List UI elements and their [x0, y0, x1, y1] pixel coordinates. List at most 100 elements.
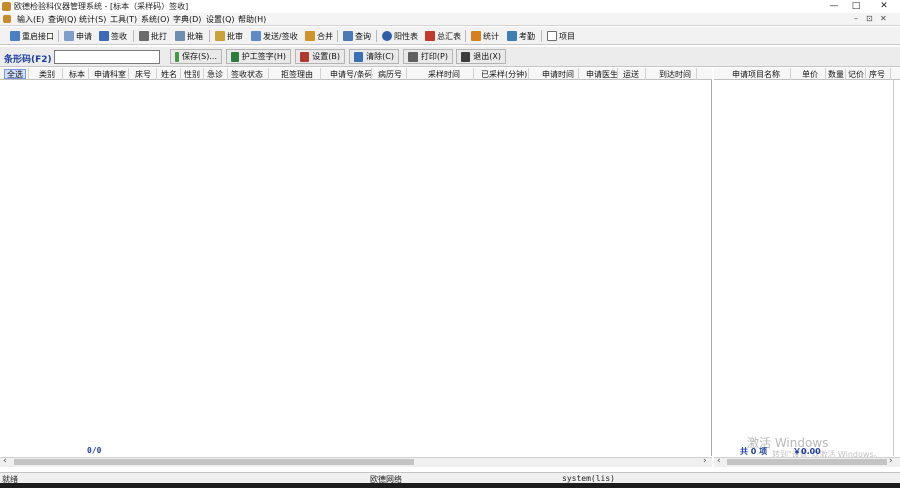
- summary-table-label: 总汇表: [437, 31, 461, 41]
- menu-query[interactable]: 查询(Q): [48, 14, 77, 25]
- close-button[interactable]: ✕: [874, 0, 894, 13]
- apply-icon: [64, 31, 74, 41]
- settings-label: 设置(B): [312, 52, 340, 61]
- batch-approve-button[interactable]: 批审: [215, 29, 243, 43]
- project-button[interactable]: 项目: [547, 29, 575, 43]
- nurse-sign-button[interactable]: 护工签字(H): [226, 49, 291, 64]
- clear-icon: [354, 51, 364, 62]
- col-emergency[interactable]: 急诊: [207, 69, 223, 80]
- send-icon: [251, 31, 261, 41]
- settings-icon: [300, 51, 310, 62]
- column-divider: [28, 68, 29, 80]
- column-divider: [890, 68, 891, 80]
- scroll-right-arrow-icon[interactable]: ›: [703, 456, 707, 466]
- send-signin-button[interactable]: 发送/签收: [251, 29, 298, 43]
- request-items-table[interactable]: 申请项目名称 单价 数量 记价 序号: [714, 68, 900, 456]
- restart-interface-label: 重启接口: [22, 31, 54, 41]
- col-sample-time[interactable]: 采样时间: [428, 69, 460, 80]
- menu-system[interactable]: 系统(O): [141, 14, 170, 25]
- col-request-barcode[interactable]: 申请号/条码: [330, 69, 373, 80]
- col-sampled-minutes[interactable]: 已采样(分钟): [481, 69, 527, 80]
- menu-dictionary[interactable]: 字典(D): [173, 14, 201, 25]
- col-specimen[interactable]: 标本: [69, 69, 85, 80]
- batch-box-button[interactable]: 批箱: [175, 29, 203, 43]
- col-quantity[interactable]: 数量: [828, 69, 844, 80]
- save-label: 保存(S)...: [182, 52, 217, 61]
- column-divider: [790, 68, 791, 80]
- column-divider: [696, 68, 697, 80]
- apply-label: 申请: [76, 31, 92, 41]
- scroll-left-arrow-icon[interactable]: ‹: [3, 456, 7, 466]
- clear-label: 清除(C): [366, 52, 394, 61]
- project-label: 项目: [559, 31, 575, 41]
- menu-input[interactable]: 输入(E): [17, 14, 44, 25]
- column-divider: [645, 68, 646, 80]
- col-request-doctor[interactable]: 申请医生: [586, 69, 618, 80]
- mdi-minimize-button[interactable]: –: [854, 14, 858, 23]
- col-reject-reason[interactable]: 拒签理由: [281, 69, 313, 80]
- col-arrival-time[interactable]: 到达时间: [659, 69, 691, 80]
- column-divider: [180, 68, 181, 80]
- summary-icon: [425, 31, 435, 41]
- col-charge[interactable]: 记价: [848, 69, 864, 80]
- search-icon: [343, 31, 353, 41]
- request-table[interactable]: 全选 类别 标本 申请科室 床号 姓名 性别 急诊 签收状态 拒签理由 申请号/…: [0, 68, 712, 456]
- positive-table-button[interactable]: 阳性表: [382, 29, 418, 43]
- col-record-no[interactable]: 病历号: [378, 69, 402, 80]
- attendance-icon: [507, 31, 517, 41]
- minimize-button[interactable]: —: [824, 0, 844, 13]
- batch-print-label: 批打: [151, 31, 167, 41]
- col-sign-status[interactable]: 签收状态: [231, 69, 263, 80]
- right-panel-divider: [893, 80, 894, 456]
- mdi-close-button[interactable]: ✕: [880, 14, 887, 23]
- restart-interface-button[interactable]: 重启接口: [10, 29, 54, 43]
- signin-button[interactable]: 签收: [99, 29, 127, 43]
- right-scroll-right-arrow-icon[interactable]: ›: [889, 456, 893, 466]
- col-name[interactable]: 姓名: [161, 69, 177, 80]
- toolbar-separator: [209, 30, 210, 42]
- merge-button[interactable]: 合并: [305, 29, 333, 43]
- batch-approve-label: 批审: [227, 31, 243, 41]
- menu-help[interactable]: 帮助(H): [238, 14, 266, 25]
- settings-button[interactable]: 设置(B): [295, 49, 345, 64]
- col-transport[interactable]: 运送: [623, 69, 639, 80]
- summary-table-button[interactable]: 总汇表: [425, 29, 461, 43]
- exit-button[interactable]: 退出(X): [456, 49, 506, 64]
- batch-print-button[interactable]: 批打: [139, 29, 167, 43]
- apply-button[interactable]: 申请: [64, 29, 92, 43]
- col-bed[interactable]: 床号: [135, 69, 151, 80]
- col-item-name[interactable]: 申请项目名称: [732, 69, 780, 80]
- query-label: 查询: [355, 31, 371, 41]
- toolbar: 重启接口 申请 签收 批打 批箱 批审 发送/签收 合并 查询 阳性表 总汇表 …: [0, 27, 900, 45]
- col-request-time[interactable]: 申请时间: [542, 69, 574, 80]
- col-category[interactable]: 类别: [39, 69, 55, 80]
- menu-tools[interactable]: 工具(T): [110, 14, 137, 25]
- clear-button[interactable]: 清除(C): [349, 49, 399, 64]
- signin-icon: [99, 31, 109, 41]
- maximize-button[interactable]: □: [846, 0, 866, 13]
- statistics-label: 统计: [483, 31, 499, 41]
- col-sex[interactable]: 性别: [184, 69, 200, 80]
- attendance-button[interactable]: 考勤: [507, 29, 535, 43]
- save-button[interactable]: 保存(S)...: [170, 49, 222, 64]
- attendance-label: 考勤: [519, 31, 535, 41]
- mdi-restore-button[interactable]: ⊡: [866, 14, 873, 23]
- menu-statistics[interactable]: 统计(S): [79, 14, 106, 25]
- statistics-button[interactable]: 统计: [471, 29, 499, 43]
- save-icon: [175, 51, 180, 62]
- col-seq[interactable]: 序号: [869, 69, 885, 80]
- column-divider: [406, 68, 407, 80]
- menu-settings[interactable]: 设置(Q): [206, 14, 235, 25]
- toolbar-separator: [465, 30, 466, 42]
- stats-icon: [471, 31, 481, 41]
- right-scroll-left-arrow-icon[interactable]: ‹: [717, 456, 721, 466]
- column-divider: [88, 68, 89, 80]
- col-unit-price[interactable]: 单价: [802, 69, 818, 80]
- print-button[interactable]: 打印(P): [403, 49, 453, 64]
- col-department[interactable]: 申请科室: [94, 69, 126, 80]
- query-button[interactable]: 查询: [343, 29, 371, 43]
- select-all-header[interactable]: 全选: [4, 69, 26, 79]
- barcode-input[interactable]: [54, 50, 160, 64]
- right-scroll-thumb[interactable]: [727, 459, 887, 465]
- left-scroll-thumb[interactable]: [14, 459, 414, 465]
